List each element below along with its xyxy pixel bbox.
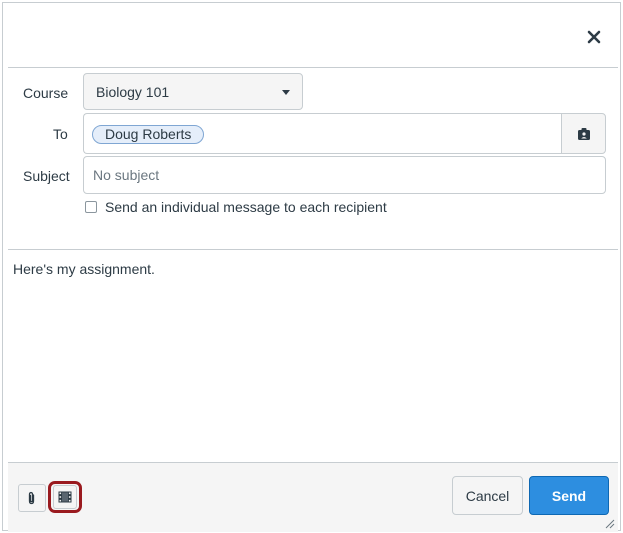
to-label: To [53,126,68,142]
message-body-text: Here's my assignment. [13,261,155,277]
record-media-button[interactable] [53,485,77,509]
send-button[interactable]: Send [529,476,609,515]
subject-input[interactable] [83,156,606,194]
cancel-button[interactable]: Cancel [452,476,523,515]
recipient-token[interactable]: Doug Roberts [92,125,205,144]
close-icon [587,30,601,44]
paperclip-icon [28,491,35,505]
individual-message-checkbox[interactable] [85,201,97,213]
dialog-footer: Cancel Send [8,462,618,532]
individual-message-label: Send an individual message to each recip… [105,199,387,215]
address-book-icon [577,127,590,140]
caret-down-icon [282,90,290,95]
course-select-value: Biology 101 [96,83,170,100]
attach-file-button[interactable] [18,484,46,512]
media-button-highlight [48,481,82,513]
close-button[interactable] [582,25,606,49]
to-recipients-field[interactable]: Doug Roberts [83,113,561,154]
compose-message-dialog: Course Biology 101 To Doug Roberts Subje… [2,2,621,532]
subject-label: Subject [23,168,70,184]
course-select[interactable]: Biology 101 [83,73,303,110]
message-body-textarea[interactable]: Here's my assignment. [8,250,618,462]
header-divider [8,67,618,68]
resize-grip-icon[interactable] [605,519,615,529]
course-label: Course [23,85,69,101]
address-book-button[interactable] [561,113,606,154]
film-icon [58,491,72,503]
individual-message-option[interactable]: Send an individual message to each recip… [85,199,387,215]
